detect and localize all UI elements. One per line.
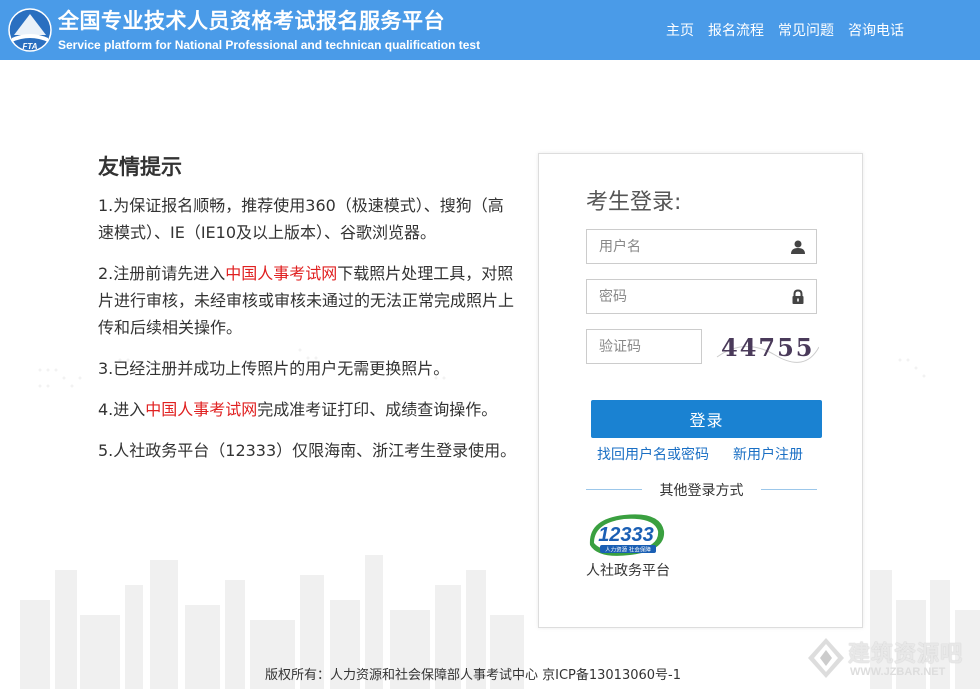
lock-icon xyxy=(792,289,804,304)
badge-subtitle: 人力资源 社会保障 xyxy=(605,546,651,554)
tip-text: 3.已经注册并成功上传照片的用户无需更换照片。 xyxy=(98,359,450,378)
nav-contact[interactable]: 咨询电话 xyxy=(848,20,904,40)
site-subtitle: Service platform for National Profession… xyxy=(58,38,481,52)
tip-text: 4.进入 xyxy=(98,400,146,419)
tip-text: 2.注册前请先进入 xyxy=(98,264,226,283)
copyright-text: 版权所有：人力资源和社会保障部人事考试中心 京ICP备13013060号-1 xyxy=(264,668,681,683)
tips-panel: 友情提示 1.为保证报名顺畅，推荐使用360（极速模式）、搜狗（高速模式）、IE… xyxy=(98,152,518,478)
tip-item: 2.注册前请先进入中国人事考试网下载照片处理工具，对照片进行审核，未经审核或审核… xyxy=(98,260,518,341)
captcha-input[interactable] xyxy=(587,330,701,363)
diamond-icon xyxy=(808,638,844,678)
header-bar: FTA 全国专业技术人员资格考试报名服务平台 Service platform … xyxy=(0,0,980,60)
login-panel: 考生登录: 44755 登录 找回用户名或密码 新用户注册 其他登录方式 xyxy=(538,153,863,628)
captcha-text: 44755 xyxy=(721,333,815,362)
top-nav: 主页 报名流程 常见问题 咨询电话 xyxy=(666,20,904,40)
watermark-en: WWW.JZBAR.NET xyxy=(850,666,946,678)
tip-item: 4.进入中国人事考试网完成准考证打印、成绩查询操作。 xyxy=(98,396,518,423)
tip-text: 完成准考证打印、成绩查询操作。 xyxy=(257,400,498,419)
user-icon xyxy=(791,240,805,254)
password-field xyxy=(586,279,817,314)
cpta-link[interactable]: 中国人事考试网 xyxy=(225,264,337,283)
captcha-field xyxy=(586,329,702,364)
captcha-image[interactable]: 44755 xyxy=(715,327,819,367)
badge-number: 12333 xyxy=(598,524,654,546)
12333-label: 人社政务平台 xyxy=(586,563,670,579)
cpta-link[interactable]: 中国人事考试网 xyxy=(145,400,257,419)
nav-process[interactable]: 报名流程 xyxy=(708,20,764,40)
password-input[interactable] xyxy=(587,280,816,313)
watermark-cn: 建筑资源吧 xyxy=(848,642,964,667)
divider-line xyxy=(761,489,817,490)
watermark: 建筑资源吧 WWW.JZBAR.NET xyxy=(806,634,976,684)
forgot-credentials-link[interactable]: 找回用户名或密码 xyxy=(597,444,709,464)
username-input[interactable] xyxy=(587,230,816,263)
tips-heading: 友情提示 xyxy=(98,155,182,179)
fta-logo: FTA xyxy=(8,8,52,52)
site-title: 全国专业技术人员资格考试报名服务平台 xyxy=(58,9,445,33)
logo-text: FTA xyxy=(23,42,38,51)
tip-text: 1.为保证报名顺畅，推荐使用360（极速模式）、搜狗（高速模式）、IE（IE10… xyxy=(98,196,504,242)
tip-item: 1.为保证报名顺畅，推荐使用360（极速模式）、搜狗（高速模式）、IE（IE10… xyxy=(98,192,518,246)
other-login-divider: 其他登录方式 xyxy=(586,480,817,500)
tip-item: 5.人社政务平台（12333）仅限海南、浙江考生登录使用。 xyxy=(98,437,518,464)
other-login-label: 其他登录方式 xyxy=(659,483,744,499)
nav-faq[interactable]: 常见问题 xyxy=(778,20,834,40)
login-title: 考生登录: xyxy=(586,190,682,215)
tip-item: 3.已经注册并成功上传照片的用户无需更换照片。 xyxy=(98,355,518,382)
register-link[interactable]: 新用户注册 xyxy=(733,444,803,464)
username-field xyxy=(586,229,817,264)
login-button[interactable]: 登录 xyxy=(591,400,822,438)
tip-text: 5.人社政务平台（12333）仅限海南、浙江考生登录使用。 xyxy=(98,441,517,460)
12333-logo[interactable]: 12333 人力资源 社会保障 xyxy=(584,509,670,561)
nav-home[interactable]: 主页 xyxy=(666,20,694,40)
